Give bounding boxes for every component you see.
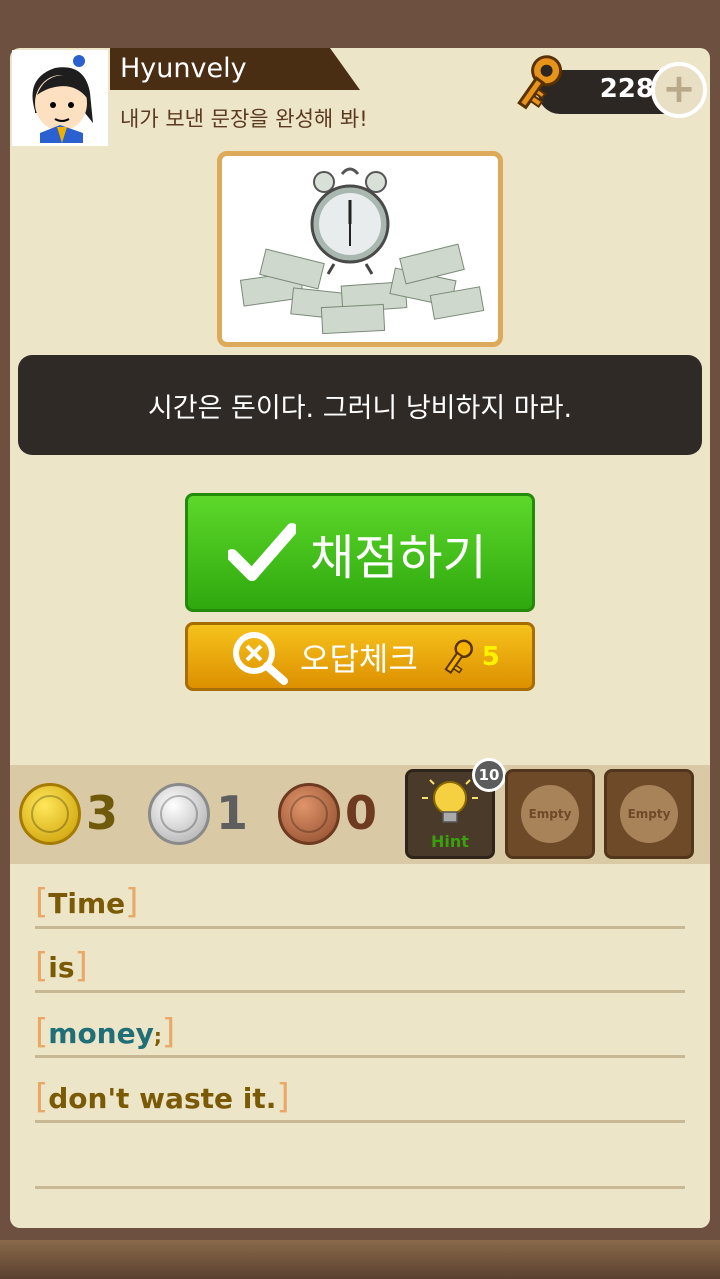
answer-line-3 — [35, 1055, 685, 1058]
key-icon — [517, 55, 563, 110]
answer-word-3[interactable]: [money;] — [35, 1012, 175, 1052]
bronze-coin-icon — [278, 783, 340, 845]
grade-button[interactable]: 채점하기 — [185, 493, 535, 612]
bronze-coin-count: 0 — [345, 786, 378, 840]
error-check-cost: 5 — [481, 641, 500, 672]
korean-sentence: 시간은 돈이다. 그러니 낭비하지 마라. — [147, 392, 573, 424]
item-slot-3[interactable]: Empty — [604, 769, 694, 859]
avatar[interactable] — [12, 50, 108, 146]
grade-button-label: 채점하기 — [310, 529, 487, 586]
checkmark-icon — [228, 522, 296, 581]
answer-line-2 — [35, 990, 685, 993]
key-icon — [444, 639, 473, 674]
item-slot-2[interactable]: Empty — [505, 769, 595, 859]
item-slot-3-label: Empty — [620, 785, 678, 843]
hint-item-slot[interactable]: Hint 10 — [405, 758, 506, 859]
hint-count-badge: 10 — [472, 758, 506, 792]
answer-line-4 — [35, 1120, 685, 1123]
error-check-button[interactable]: 오답체크 5 — [185, 622, 535, 691]
gold-coin-count: 3 — [86, 786, 119, 840]
player-name: Hyunvely — [120, 53, 247, 84]
silver-coin-count: 1 — [216, 786, 249, 840]
magnifier-x-icon — [233, 631, 288, 685]
instruction-message: 내가 보낸 문장을 완성해 봐! — [120, 107, 368, 131]
add-keys-button[interactable]: + — [651, 62, 707, 118]
hint-item-label: Hint — [431, 832, 469, 851]
frame-bottom — [0, 1240, 720, 1279]
clock-and-money-image — [222, 156, 498, 342]
answer-word-2[interactable]: [is] — [35, 946, 88, 986]
key-counter: 228 + — [508, 55, 713, 122]
key-count: 228 — [599, 74, 654, 104]
clue-image — [217, 151, 503, 347]
gold-coin-icon — [19, 783, 81, 845]
item-slot-2-label: Empty — [521, 785, 579, 843]
korean-sentence-panel: 시간은 돈이다. 그러니 낭비하지 마라. — [18, 355, 702, 455]
avatar-image — [15, 53, 105, 143]
error-check-label: 오답체크 — [300, 639, 418, 678]
answer-word-4[interactable]: [don't waste it.] — [35, 1077, 290, 1117]
silver-coin-icon — [148, 783, 210, 845]
answer-line-1 — [35, 926, 685, 929]
answer-word-1[interactable]: [Time] — [35, 882, 138, 922]
player-name-tag: Hyunvely — [110, 48, 360, 90]
answer-line-5 — [35, 1186, 685, 1189]
